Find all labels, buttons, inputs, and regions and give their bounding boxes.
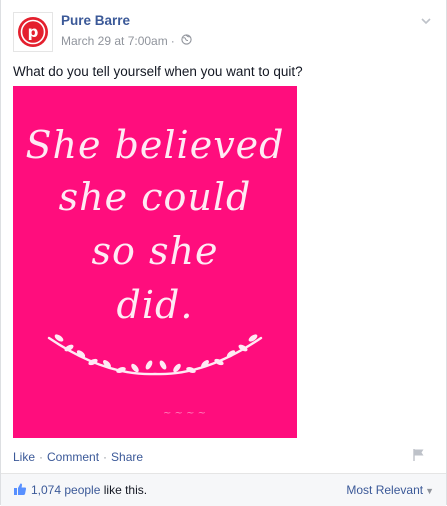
post-message: What do you tell yourself when you want … [13,64,303,79]
likes-suffix: like this. [100,483,148,497]
pure-barre-logo-icon: p [18,17,48,47]
quote-line-1: She believed [25,123,285,167]
sort-label: Most Relevant [346,483,424,497]
logo-letter: p [28,23,39,41]
flag-icon[interactable] [412,448,426,467]
likes-people-link[interactable]: 1,074 people [31,483,100,497]
page-name-link[interactable]: Pure Barre [61,13,130,28]
share-link[interactable]: Share [111,450,143,464]
comment-sort-dropdown[interactable]: Most Relevant ▼ [346,483,434,497]
meta-separator: · [170,34,175,48]
artist-signature: ~ ~ ~ ~ [163,408,207,419]
post-timestamp[interactable]: March 29 at 7:00am [61,34,168,48]
thumbs-up-icon [13,482,27,501]
like-summary-bar: 1,074 people like this. Most Relevant ▼ [1,473,446,506]
comment-link[interactable]: Comment [47,450,99,464]
caret-down-icon: ▼ [425,486,434,496]
page-avatar[interactable]: p [13,12,53,52]
post-photo[interactable]: She believed she could so she did. ~ ~ ~… [13,86,297,438]
post-card: p Pure Barre March 29 at 7:00am · What d… [0,0,447,506]
post-actions: Like · Comment · Share [13,450,143,464]
globe-icon[interactable] [181,34,192,48]
post-meta: March 29 at 7:00am · [61,34,192,48]
quote-line-2: she could [58,175,252,219]
post-header: p Pure Barre March 29 at 7:00am · [13,12,433,52]
like-link[interactable]: Like [13,450,35,464]
chevron-down-icon[interactable] [419,14,433,28]
quote-line-3: so she [91,229,219,273]
quote-line-4: did. [116,283,194,327]
likes-count: 1,074 people like this. [31,483,147,497]
action-separator: · [103,450,108,464]
vine-ornament-icon [47,334,263,376]
action-separator: · [39,450,44,464]
